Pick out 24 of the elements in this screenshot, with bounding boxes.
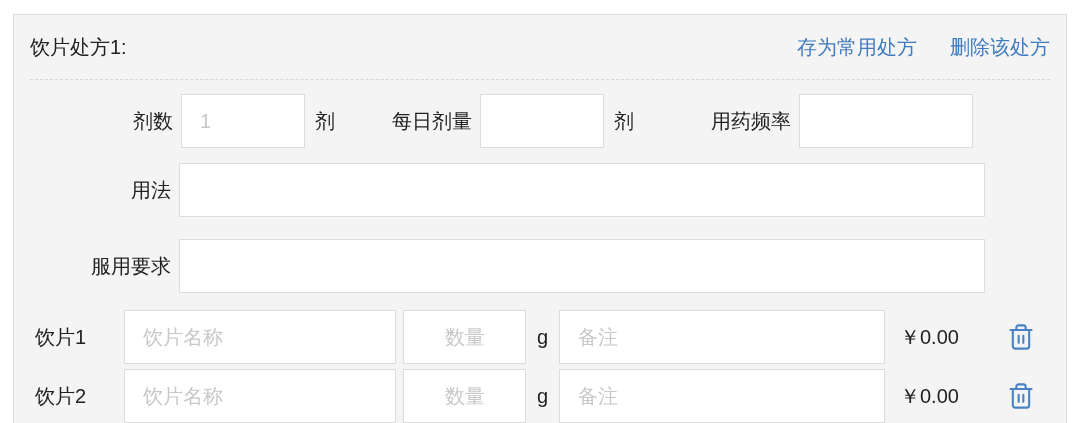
- prescription-title: 饮片处方1:: [30, 35, 127, 60]
- herb-label: 饮片2: [35, 384, 88, 409]
- price-text: ￥0.00: [900, 384, 960, 409]
- unit-label: g: [535, 325, 550, 350]
- herb-label: 饮片1: [35, 325, 88, 350]
- input-field[interactable]: [799, 94, 973, 148]
- action-link[interactable]: 删除该处方: [950, 32, 1050, 62]
- field-label: 用法: [130, 178, 171, 203]
- field-label: 用药频率: [710, 109, 791, 134]
- action-link[interactable]: 存为常用处方: [797, 32, 917, 62]
- trash-icon: [1007, 323, 1035, 351]
- trash-icon: [1007, 382, 1035, 410]
- field-label: 每日剂量: [391, 109, 472, 134]
- field-label: 剂数: [132, 109, 173, 134]
- input-field[interactable]: [179, 239, 985, 293]
- price-text: ￥0.00: [900, 325, 960, 350]
- unit-label: g: [535, 384, 550, 409]
- input-field[interactable]: [480, 94, 604, 148]
- input-field[interactable]: [179, 163, 985, 217]
- field-label: 服用要求: [90, 254, 171, 279]
- unit-label: 剂: [315, 109, 335, 134]
- delete-button[interactable]: [1007, 382, 1035, 410]
- unit-label: 剂: [614, 109, 634, 134]
- delete-button[interactable]: [1007, 323, 1035, 351]
